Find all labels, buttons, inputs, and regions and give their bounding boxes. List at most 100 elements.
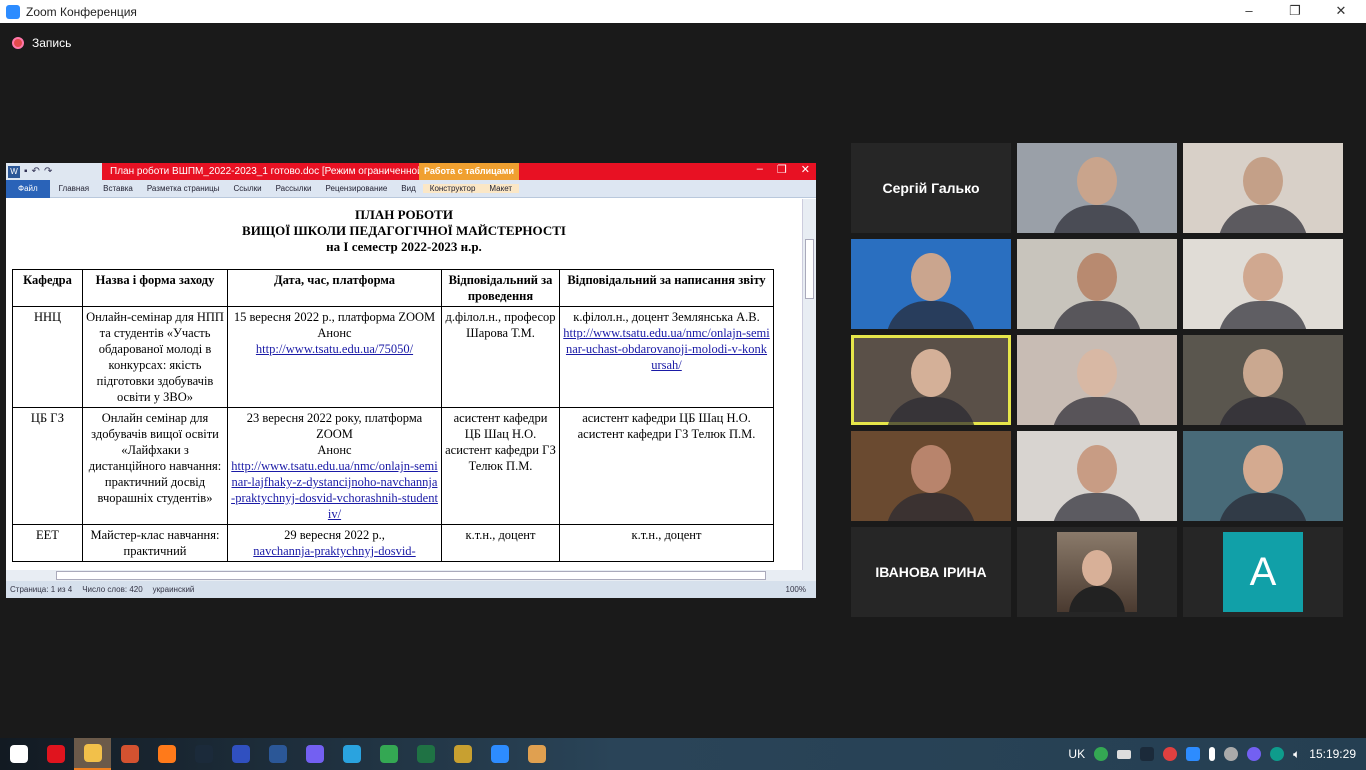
zoom-level[interactable]: 100%	[786, 585, 806, 594]
tab-file[interactable]: Файл	[6, 179, 50, 198]
redo-icon[interactable]: ↷	[44, 166, 52, 177]
tab-home[interactable]: Главная	[52, 184, 96, 193]
recording-indicator[interactable]: Запись	[12, 36, 71, 50]
excel-taskbar-button[interactable]	[407, 738, 444, 770]
save-app-taskbar-button[interactable]	[222, 738, 259, 770]
minimize-button[interactable]: –	[1226, 0, 1272, 23]
maximize-button[interactable]: ❐	[1272, 0, 1318, 23]
telegram-taskbar-button[interactable]	[333, 738, 370, 770]
undo-icon[interactable]: ↶	[32, 166, 40, 177]
notification-badge-icon[interactable]	[1163, 747, 1178, 761]
save-icon[interactable]: ▪	[24, 166, 28, 177]
participant-video[interactable]	[1183, 335, 1343, 425]
participant-video[interactable]	[1017, 431, 1177, 521]
person-body	[1218, 493, 1308, 521]
word-restore-icon[interactable]: ❐	[777, 163, 787, 176]
participant-tile[interactable]	[1017, 527, 1177, 617]
tab-page-layout[interactable]: Разметка страницы	[140, 184, 227, 193]
clock[interactable]: 15:19:29	[1309, 747, 1356, 761]
participant-video[interactable]	[1017, 143, 1177, 233]
save-app-icon	[231, 745, 250, 763]
participant-video[interactable]	[851, 239, 1011, 329]
date-text: 15 вересня 2022 р., платформа ZOOM	[233, 310, 436, 324]
horizontal-scrollbar[interactable]	[6, 570, 816, 581]
date-text: 29 вересня 2022 р.,	[284, 528, 385, 542]
cell-report: асистент кафедри ЦБ Шац Н.О. асистент ка…	[559, 407, 774, 525]
participant-video[interactable]	[1017, 239, 1177, 329]
tab-view[interactable]: Вид	[394, 184, 422, 193]
language[interactable]: украинский	[153, 585, 195, 594]
report-link[interactable]: http://www.tsatu.edu.ua/nmc/onlajn-semin…	[563, 326, 769, 372]
zoom-tray-icon[interactable]	[1186, 747, 1201, 761]
telegram-icon	[342, 745, 361, 763]
webex-icon	[194, 745, 213, 763]
participant-video[interactable]	[1183, 239, 1343, 329]
input-language[interactable]: UK	[1068, 747, 1085, 761]
taskbar-apps	[0, 738, 555, 770]
firefox-taskbar-button[interactable]	[148, 738, 185, 770]
cell-dept: ЦБ ГЗ	[12, 407, 83, 525]
cell-report: к.т.н., доцент	[559, 524, 774, 562]
tab-review[interactable]: Рецензирование	[319, 184, 395, 193]
word-minimize-icon[interactable]: –	[757, 163, 763, 176]
viber-tray-icon[interactable]	[1247, 747, 1262, 761]
tab-layout[interactable]: Макет	[482, 184, 520, 193]
webex-tray-icon[interactable]	[1140, 747, 1155, 761]
tab-design[interactable]: Конструктор	[422, 184, 483, 193]
participant-tile[interactable]: Сергій Галько	[851, 143, 1011, 233]
word-icon	[268, 745, 287, 763]
vertical-scrollbar[interactable]	[802, 199, 816, 570]
file-explorer-icon	[83, 744, 102, 762]
wifi-icon[interactable]	[1224, 747, 1239, 761]
participant-video[interactable]	[1183, 431, 1343, 521]
zoom-taskbar-button[interactable]	[481, 738, 518, 770]
microphone-icon[interactable]	[1209, 747, 1216, 761]
col-header: Відповідальний за проведення	[441, 269, 560, 307]
person-head	[1243, 349, 1283, 397]
chrome-tray-icon[interactable]	[1094, 747, 1109, 761]
system-tray: UK 🔈︎ 15:19:29	[1068, 738, 1366, 770]
participant-video[interactable]	[1017, 335, 1177, 425]
app-crown-taskbar-button[interactable]	[444, 738, 481, 770]
document-page[interactable]: ПЛАН РОБОТИ ВИЩОЇ ШКОЛИ ПЕДАГОГІЧНОЇ МАЙ…	[6, 199, 802, 570]
col-header: Дата, час, платформа	[227, 269, 442, 307]
tab-insert[interactable]: Вставка	[96, 184, 140, 193]
chrome-taskbar-button[interactable]	[370, 738, 407, 770]
battery-icon[interactable]	[1117, 749, 1132, 759]
paint-icon	[527, 745, 546, 763]
opera-taskbar-button[interactable]	[37, 738, 74, 770]
participant-video[interactable]	[851, 431, 1011, 521]
participant-video[interactable]	[1183, 143, 1343, 233]
viber-taskbar-button[interactable]	[296, 738, 333, 770]
paint-taskbar-button[interactable]	[518, 738, 555, 770]
close-button[interactable]: ✕	[1318, 0, 1364, 23]
participant-video[interactable]	[851, 335, 1011, 425]
participant-tile[interactable]: ІВАНОВА ІРИНА	[851, 527, 1011, 617]
col-header: Відповідальний за написання звіту	[559, 269, 774, 307]
eset-icon[interactable]	[1270, 747, 1285, 761]
zoom-logo-icon	[6, 4, 20, 19]
file-explorer-taskbar-button[interactable]	[74, 738, 111, 770]
announce-link[interactable]: navchannja-praktychnyj-dosvid-	[253, 544, 415, 558]
shared-screen-word-window: W ▪ ↶ ↷ План роботи ВШПМ_2022-2023_1 готов…	[6, 163, 816, 598]
participant-tile[interactable]: A	[1183, 527, 1343, 617]
announce-link[interactable]: http://www.tsatu.edu.ua/nmc/onlajn-semin…	[231, 459, 438, 521]
zoom-icon	[490, 745, 509, 763]
cell-date: 15 вересня 2022 р., платформа ZOOM Анонс h…	[227, 306, 442, 408]
person-body	[886, 301, 976, 329]
windows-start-taskbar-button[interactable]	[0, 738, 37, 770]
plan-table: Кафедра Назва і форма заходу Дата, час, …	[12, 269, 774, 562]
person-body	[1218, 397, 1308, 425]
cell-date: 23 вересня 2022 року, платформа ZOOM Анон…	[227, 407, 442, 525]
tab-mailings[interactable]: Рассылки	[269, 184, 319, 193]
viber-icon	[305, 745, 324, 763]
announce-link[interactable]: http://www.tsatu.edu.ua/75050/	[256, 342, 413, 356]
tab-references[interactable]: Ссылки	[226, 184, 268, 193]
taskbar: UK 🔈︎ 15:19:29	[0, 738, 1366, 770]
person-body	[886, 397, 976, 425]
volume-icon[interactable]: 🔈︎	[1293, 747, 1300, 762]
powerpoint-taskbar-button[interactable]	[111, 738, 148, 770]
word-taskbar-button[interactable]	[259, 738, 296, 770]
webex-taskbar-button[interactable]	[185, 738, 222, 770]
word-close-icon[interactable]: ✕	[801, 163, 810, 176]
